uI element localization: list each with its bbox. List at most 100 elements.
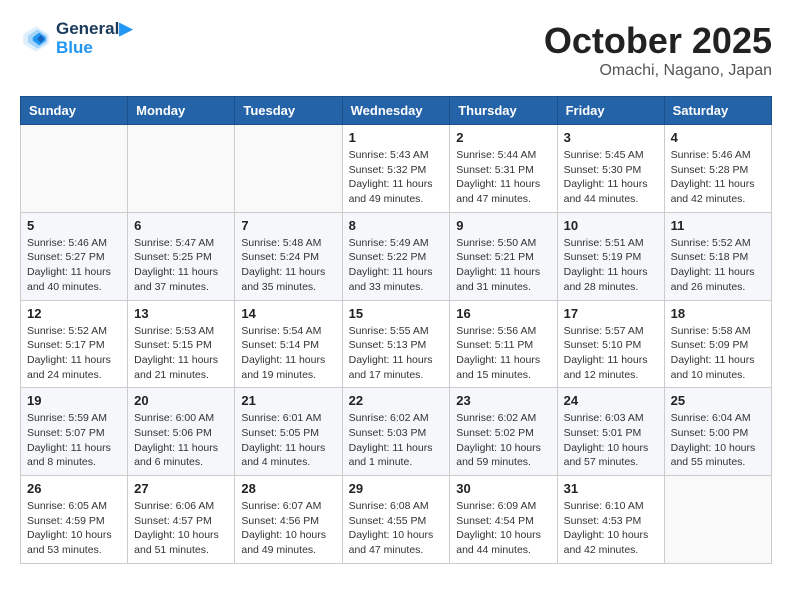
month-title: October 2025 [544, 20, 772, 62]
calendar-cell: 5 Sunrise: 5:46 AMSunset: 5:27 PMDaylight… [21, 212, 128, 300]
weekday-header-wednesday: Wednesday [342, 97, 450, 125]
day-info: Sunrise: 5:59 AMSunset: 5:07 PMDaylight:… [27, 411, 121, 470]
calendar-cell: 31 Sunrise: 6:10 AMSunset: 4:53 PMDayligh… [557, 476, 664, 564]
weekday-header-tuesday: Tuesday [235, 97, 342, 125]
day-info: Sunrise: 6:00 AMSunset: 5:06 PMDaylight:… [134, 411, 228, 470]
day-number: 13 [134, 306, 228, 321]
calendar-cell: 10 Sunrise: 5:51 AMSunset: 5:19 PMDayligh… [557, 212, 664, 300]
calendar-cell: 21Sunrise: 6:01 AMSunset: 5:05 PMDayligh… [235, 388, 342, 476]
calendar-table: SundayMondayTuesdayWednesdayThursdayFrid… [20, 96, 772, 564]
day-info: Sunrise: 5:51 AMSunset: 5:19 PMDaylight:… [564, 236, 658, 295]
calendar-cell: 13 Sunrise: 5:53 AMSunset: 5:15 PMDayligh… [128, 300, 235, 388]
day-info: Sunrise: 5:58 AMSunset: 5:09 PMDaylight:… [671, 324, 765, 383]
calendar-cell: 11Sunrise: 5:52 AMSunset: 5:18 PMDayligh… [664, 212, 771, 300]
weekday-header-sunday: Sunday [21, 97, 128, 125]
calendar-week-2: 5 Sunrise: 5:46 AMSunset: 5:27 PMDaylight… [21, 212, 772, 300]
day-number: 31 [564, 481, 658, 496]
day-info: Sunrise: 6:08 AMSunset: 4:55 PMDaylight:… [349, 499, 444, 558]
day-info: Sunrise: 5:56 AMSunset: 5:11 PMDaylight:… [456, 324, 550, 383]
day-info: Sunrise: 6:09 AMSunset: 4:54 PMDaylight:… [456, 499, 550, 558]
logo: General▶ Blue [20, 20, 132, 57]
calendar-cell [21, 125, 128, 213]
calendar-cell: 29 Sunrise: 6:08 AMSunset: 4:55 PMDayligh… [342, 476, 450, 564]
day-number: 1 [349, 130, 444, 145]
location: Omachi, Nagano, Japan [544, 62, 772, 80]
calendar-cell: 7 Sunrise: 5:48 AMSunset: 5:24 PMDaylight… [235, 212, 342, 300]
calendar-week-5: 26Sunrise: 6:05 AMSunset: 4:59 PMDayligh… [21, 476, 772, 564]
calendar-cell: 27 Sunrise: 6:06 AMSunset: 4:57 PMDayligh… [128, 476, 235, 564]
calendar-cell: 26Sunrise: 6:05 AMSunset: 4:59 PMDayligh… [21, 476, 128, 564]
day-number: 2 [456, 130, 550, 145]
day-number: 8 [349, 218, 444, 233]
day-info: Sunrise: 5:52 AMSunset: 5:17 PMDaylight:… [27, 324, 121, 383]
calendar-cell: 15Sunrise: 5:55 AMSunset: 5:13 PMDayligh… [342, 300, 450, 388]
day-info: Sunrise: 6:01 AMSunset: 5:05 PMDaylight:… [241, 411, 335, 470]
day-info: Sunrise: 6:06 AMSunset: 4:57 PMDaylight:… [134, 499, 228, 558]
day-info: Sunrise: 5:52 AMSunset: 5:18 PMDaylight:… [671, 236, 765, 295]
weekday-header-friday: Friday [557, 97, 664, 125]
day-number: 6 [134, 218, 228, 233]
weekday-header-monday: Monday [128, 97, 235, 125]
day-info: Sunrise: 5:48 AMSunset: 5:24 PMDaylight:… [241, 236, 335, 295]
day-number: 19 [27, 393, 121, 408]
title-section: October 2025 Omachi, Nagano, Japan [544, 20, 772, 80]
calendar-week-1: 1 Sunrise: 5:43 AMSunset: 5:32 PMDaylight… [21, 125, 772, 213]
day-number: 22 [349, 393, 444, 408]
calendar-cell [664, 476, 771, 564]
day-number: 4 [671, 130, 765, 145]
calendar-cell: 4 Sunrise: 5:46 AMSunset: 5:28 PMDaylight… [664, 125, 771, 213]
day-number: 17 [564, 306, 658, 321]
day-info: Sunrise: 5:43 AMSunset: 5:32 PMDaylight:… [349, 148, 444, 207]
day-info: Sunrise: 5:50 AMSunset: 5:21 PMDaylight:… [456, 236, 550, 295]
calendar-cell: 28Sunrise: 6:07 AMSunset: 4:56 PMDayligh… [235, 476, 342, 564]
logo-icon [20, 23, 52, 55]
calendar-cell: 6 Sunrise: 5:47 AMSunset: 5:25 PMDaylight… [128, 212, 235, 300]
day-info: Sunrise: 6:03 AMSunset: 5:01 PMDaylight:… [564, 411, 658, 470]
day-info: Sunrise: 5:46 AMSunset: 5:28 PMDaylight:… [671, 148, 765, 207]
day-number: 14 [241, 306, 335, 321]
day-info: Sunrise: 6:02 AMSunset: 5:02 PMDaylight:… [456, 411, 550, 470]
calendar-cell [128, 125, 235, 213]
day-info: Sunrise: 5:46 AMSunset: 5:27 PMDaylight:… [27, 236, 121, 295]
day-info: Sunrise: 5:44 AMSunset: 5:31 PMDaylight:… [456, 148, 550, 207]
day-number: 29 [349, 481, 444, 496]
day-info: Sunrise: 5:57 AMSunset: 5:10 PMDaylight:… [564, 324, 658, 383]
day-number: 5 [27, 218, 121, 233]
day-number: 20 [134, 393, 228, 408]
day-info: Sunrise: 5:47 AMSunset: 5:25 PMDaylight:… [134, 236, 228, 295]
calendar-cell: 19 Sunrise: 5:59 AMSunset: 5:07 PMDayligh… [21, 388, 128, 476]
day-number: 9 [456, 218, 550, 233]
day-info: Sunrise: 5:55 AMSunset: 5:13 PMDaylight:… [349, 324, 444, 383]
day-info: Sunrise: 5:54 AMSunset: 5:14 PMDaylight:… [241, 324, 335, 383]
day-number: 12 [27, 306, 121, 321]
day-info: Sunrise: 6:02 AMSunset: 5:03 PMDaylight:… [349, 411, 444, 470]
calendar-cell: 1 Sunrise: 5:43 AMSunset: 5:32 PMDaylight… [342, 125, 450, 213]
calendar-cell: 23 Sunrise: 6:02 AMSunset: 5:02 PMDayligh… [450, 388, 557, 476]
day-number: 10 [564, 218, 658, 233]
calendar-cell: 22 Sunrise: 6:02 AMSunset: 5:03 PMDayligh… [342, 388, 450, 476]
calendar-cell: 3Sunrise: 5:45 AMSunset: 5:30 PMDaylight… [557, 125, 664, 213]
day-number: 24 [564, 393, 658, 408]
calendar-cell [235, 125, 342, 213]
calendar-cell: 17 Sunrise: 5:57 AMSunset: 5:10 PMDayligh… [557, 300, 664, 388]
day-info: Sunrise: 5:49 AMSunset: 5:22 PMDaylight:… [349, 236, 444, 295]
calendar-cell: 18Sunrise: 5:58 AMSunset: 5:09 PMDayligh… [664, 300, 771, 388]
logo-text: General▶ Blue [56, 20, 132, 57]
weekday-header-saturday: Saturday [664, 97, 771, 125]
weekday-header-row: SundayMondayTuesdayWednesdayThursdayFrid… [21, 97, 772, 125]
page-header: General▶ Blue October 2025 Omachi, Nagan… [20, 20, 772, 80]
calendar-week-3: 12 Sunrise: 5:52 AMSunset: 5:17 PMDayligh… [21, 300, 772, 388]
day-info: Sunrise: 6:10 AMSunset: 4:53 PMDaylight:… [564, 499, 658, 558]
calendar-cell: 25Sunrise: 6:04 AMSunset: 5:00 PMDayligh… [664, 388, 771, 476]
calendar-cell: 24 Sunrise: 6:03 AMSunset: 5:01 PMDayligh… [557, 388, 664, 476]
calendar-cell: 16Sunrise: 5:56 AMSunset: 5:11 PMDayligh… [450, 300, 557, 388]
day-number: 25 [671, 393, 765, 408]
day-number: 27 [134, 481, 228, 496]
day-info: Sunrise: 5:53 AMSunset: 5:15 PMDaylight:… [134, 324, 228, 383]
calendar-cell: 20 Sunrise: 6:00 AMSunset: 5:06 PMDayligh… [128, 388, 235, 476]
calendar-cell: 12 Sunrise: 5:52 AMSunset: 5:17 PMDayligh… [21, 300, 128, 388]
day-number: 23 [456, 393, 550, 408]
day-number: 3 [564, 130, 658, 145]
day-number: 7 [241, 218, 335, 233]
day-number: 26 [27, 481, 121, 496]
